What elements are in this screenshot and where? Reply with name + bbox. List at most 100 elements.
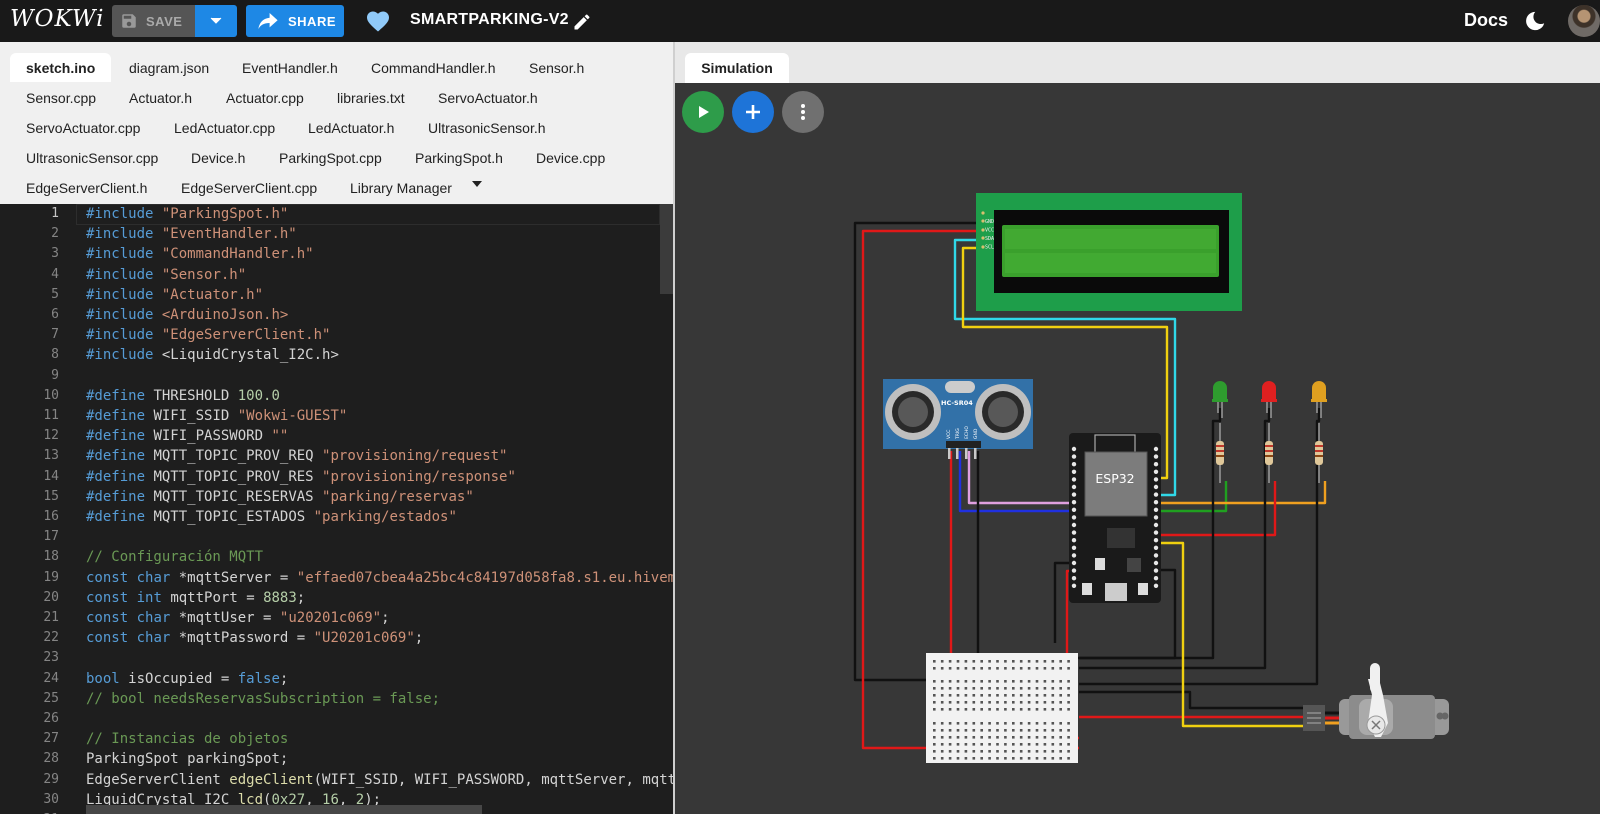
code-text: #define WIFI_PASSWORD "" [86, 428, 289, 445]
tab-actuator-cpp[interactable]: Actuator.cpp [226, 90, 304, 106]
code-line[interactable]: 5 #include "Actuator.h" [0, 285, 673, 305]
code-line[interactable]: 8 #include <LiquidCrystal_I2C.h> [0, 345, 673, 365]
tab-device-h[interactable]: Device.h [191, 150, 245, 166]
line-number: 7 [51, 327, 59, 343]
line-number: 16 [43, 509, 59, 524]
file-tabs: sketch.ino diagram.json EventHandler.h C… [0, 42, 674, 204]
tab-diagram-json[interactable]: diagram.json [129, 60, 209, 76]
code-line[interactable]: 26 [0, 709, 673, 729]
resistor[interactable] [1216, 423, 1224, 483]
line-number: 28 [43, 751, 59, 767]
code-line[interactable]: 7 #include "EdgeServerClient.h" [0, 325, 673, 345]
code-line[interactable]: 1 #include "ParkingSpot.h" [0, 204, 673, 224]
wokwi-logo[interactable]: WOKWi [10, 6, 104, 32]
code-text: // Configuración MQTT [86, 549, 264, 566]
project-title: SMARTPARKING-V2 [410, 11, 569, 28]
tab-parkingspot-h[interactable]: ParkingSpot.h [415, 150, 503, 166]
tab-ledactuator-h[interactable]: LedActuator.h [308, 120, 394, 136]
tab-ledactuator-cpp[interactable]: LedActuator.cpp [174, 120, 275, 136]
circuit-diagram[interactable]: GNDVCCSDASCL HC-SR04 VCC TRIG ECHO GND E… [675, 83, 1600, 814]
code-line[interactable]: 15 #define MQTT_TOPIC_RESERVAS "parking/r… [0, 487, 673, 507]
line-number: 2 [51, 226, 59, 242]
lcd-display: GND VCC SDA SCL [976, 193, 1242, 311]
line-number: 13 [43, 448, 59, 464]
line-number: 30 [43, 791, 59, 807]
code-line[interactable]: 27 // Instancias de objetos [0, 729, 673, 749]
vertical-scrollbar[interactable] [660, 204, 673, 294]
line-number: 29 [43, 771, 59, 787]
top-bar: WOKWi SAVE SHARE SMARTPARKING-V2 Docs [0, 0, 1600, 42]
code-line[interactable]: 29 EdgeServerClient edgeClient(WIFI_SSID,… [0, 770, 673, 790]
pencil-icon [574, 14, 590, 30]
tab-commandhandler-h[interactable]: CommandHandler.h [371, 60, 496, 76]
code-line[interactable]: 14 #define MQTT_TOPIC_PROV_RES "provision… [0, 467, 673, 487]
code-line[interactable]: 19 const char *mqttServer = "effaed07cbea… [0, 568, 673, 588]
docs-link[interactable]: Docs [1464, 10, 1508, 31]
code-text: #include "CommandHandler.h" [86, 246, 314, 263]
code-line[interactable]: 12 #define WIFI_PASSWORD "" [0, 426, 673, 446]
line-number: 6 [51, 307, 59, 322]
share-button[interactable]: SHARE [246, 5, 344, 37]
line-number: 25 [43, 690, 59, 706]
save-button[interactable]: SAVE [112, 5, 195, 37]
tab-library-manager[interactable]: Library Manager [350, 180, 452, 196]
lcd-pin-label: GND [985, 219, 994, 225]
line-number: 11 [43, 408, 59, 423]
code-line[interactable]: 10 #define THRESHOLD 100.0 [0, 386, 673, 406]
code-editor[interactable]: 1 #include "ParkingSpot.h" 2 #include "Even… [0, 204, 673, 814]
tab-sensor-h[interactable]: Sensor.h [529, 60, 584, 76]
tab-device-cpp[interactable]: Device.cpp [536, 150, 605, 166]
code-text: #include "ParkingSpot.h" [86, 206, 289, 222]
theme-toggle[interactable] [1524, 10, 1546, 37]
code-line[interactable]: 23 [0, 648, 673, 668]
tab-eventhandler-h[interactable]: EventHandler.h [242, 60, 338, 76]
simulation-tabbar: Simulation [675, 42, 1600, 83]
tab-edgeserverclient-cpp[interactable]: EdgeServerClient.cpp [181, 180, 317, 196]
tab-ultrasonicsensor-cpp[interactable]: UltrasonicSensor.cpp [26, 150, 158, 166]
more-tabs-caret-icon[interactable] [472, 181, 482, 187]
code-text: #define THRESHOLD 100.0 [86, 387, 280, 404]
tab-servoactuator-h[interactable]: ServoActuator.h [438, 90, 538, 106]
avatar[interactable] [1568, 5, 1600, 37]
save-icon [122, 14, 136, 28]
code-text: // bool needsReservasSubscription = fals… [86, 690, 441, 707]
code-line[interactable]: 11 #define WIFI_SSID "Wokwi-GUEST" [0, 406, 673, 426]
like-button[interactable] [366, 10, 390, 37]
code-line[interactable]: 22 const char *mqttPassword = "U20201c069… [0, 628, 673, 648]
tab-ultrasonicsensor-h[interactable]: UltrasonicSensor.h [428, 120, 546, 136]
code-line[interactable]: 20 const int mqttPort = 8883; [0, 588, 673, 608]
simulation-canvas[interactable]: GND VCC SDA SCL HC-SR04 VCC TRIG ECHO GND [675, 83, 1600, 814]
editor-panel: sketch.ino diagram.json EventHandler.h C… [0, 42, 674, 814]
wire-red-led [1159, 481, 1277, 537]
line-number: 8 [51, 347, 59, 363]
code-line[interactable]: 24 bool isOccupied = false; [0, 669, 673, 689]
line-number: 19 [43, 569, 59, 585]
code-line[interactable]: 25 // bool needsReservasSubscription = fa… [0, 689, 673, 709]
horizontal-scrollbar[interactable] [86, 805, 482, 814]
save-dropdown-button[interactable] [195, 5, 237, 37]
tab-edgeserverclient-h[interactable]: EdgeServerClient.h [26, 180, 147, 196]
code-line[interactable]: 18 // Configuración MQTT [0, 547, 673, 567]
code-line[interactable]: 28 ParkingSpot parkingSpot; [0, 749, 673, 769]
tab-servoactuator-cpp[interactable]: ServoActuator.cpp [26, 120, 140, 136]
tab-libraries-txt[interactable]: libraries.txt [337, 90, 405, 106]
servo-motor [1303, 663, 1449, 739]
wire-yellow-servo [1159, 541, 1303, 728]
code-line[interactable]: 21 const char *mqttUser = "u20201c069"; [0, 608, 673, 628]
led-group [1212, 381, 1327, 483]
tab-sketch-ino[interactable]: sketch.ino [10, 53, 112, 82]
code-line[interactable]: 3 #include "CommandHandler.h" [0, 244, 673, 264]
code-line[interactable]: 6 #include <ArduinoJson.h> [0, 305, 673, 325]
tab-actuator-h[interactable]: Actuator.h [129, 90, 192, 106]
code-line[interactable]: 4 #include "Sensor.h" [0, 265, 673, 285]
code-line[interactable]: 13 #define MQTT_TOPIC_PROV_REQ "provision… [0, 446, 673, 466]
tab-sensor-cpp[interactable]: Sensor.cpp [26, 90, 96, 106]
code-line[interactable]: 16 #define MQTT_TOPIC_ESTADOS "parking/es… [0, 507, 673, 527]
code-line[interactable]: 2 #include "EventHandler.h" [0, 224, 673, 244]
tab-parkingspot-cpp[interactable]: ParkingSpot.cpp [279, 150, 382, 166]
code-line[interactable]: 17 [0, 527, 673, 547]
code-text: // Instancias de objetos [86, 731, 289, 748]
code-line[interactable]: 9 [0, 366, 673, 386]
tab-simulation[interactable]: Simulation [685, 53, 789, 83]
rename-button[interactable] [572, 12, 592, 37]
